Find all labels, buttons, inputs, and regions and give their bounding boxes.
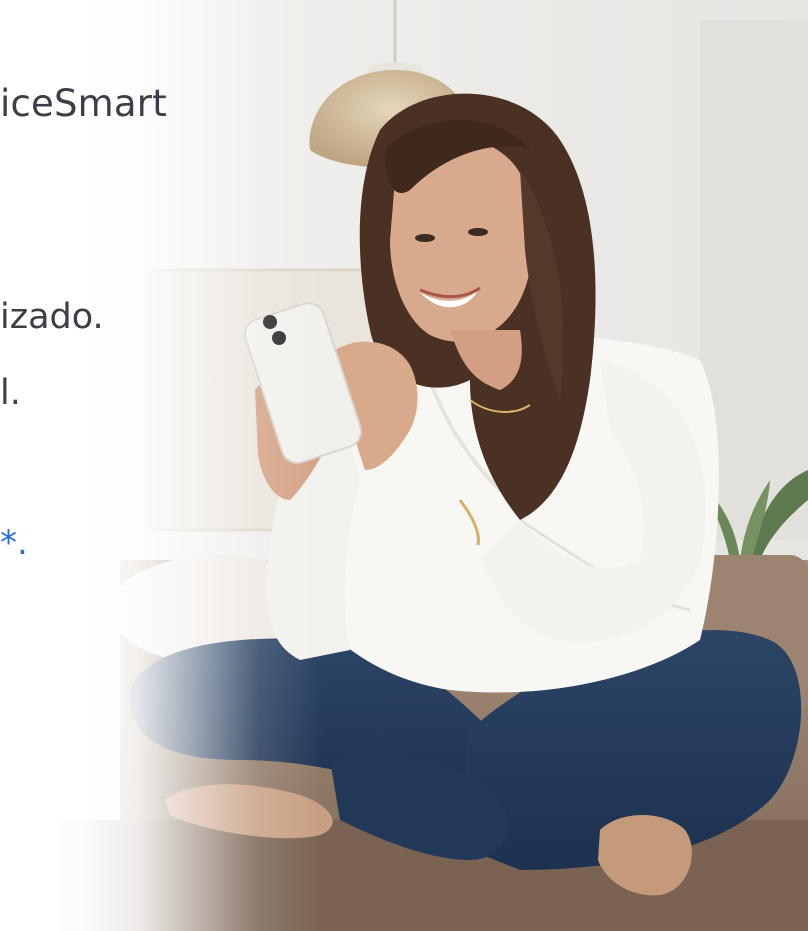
footnote-mark: *.	[0, 523, 28, 563]
headline-line-1: izado.	[0, 297, 104, 337]
headline-line-2: l.	[0, 373, 21, 413]
brand-text: iceSmart	[0, 82, 167, 125]
promo-banner: iceSmart izado. l. *.	[0, 0, 808, 931]
woman-with-phone-photo	[0, 0, 808, 931]
